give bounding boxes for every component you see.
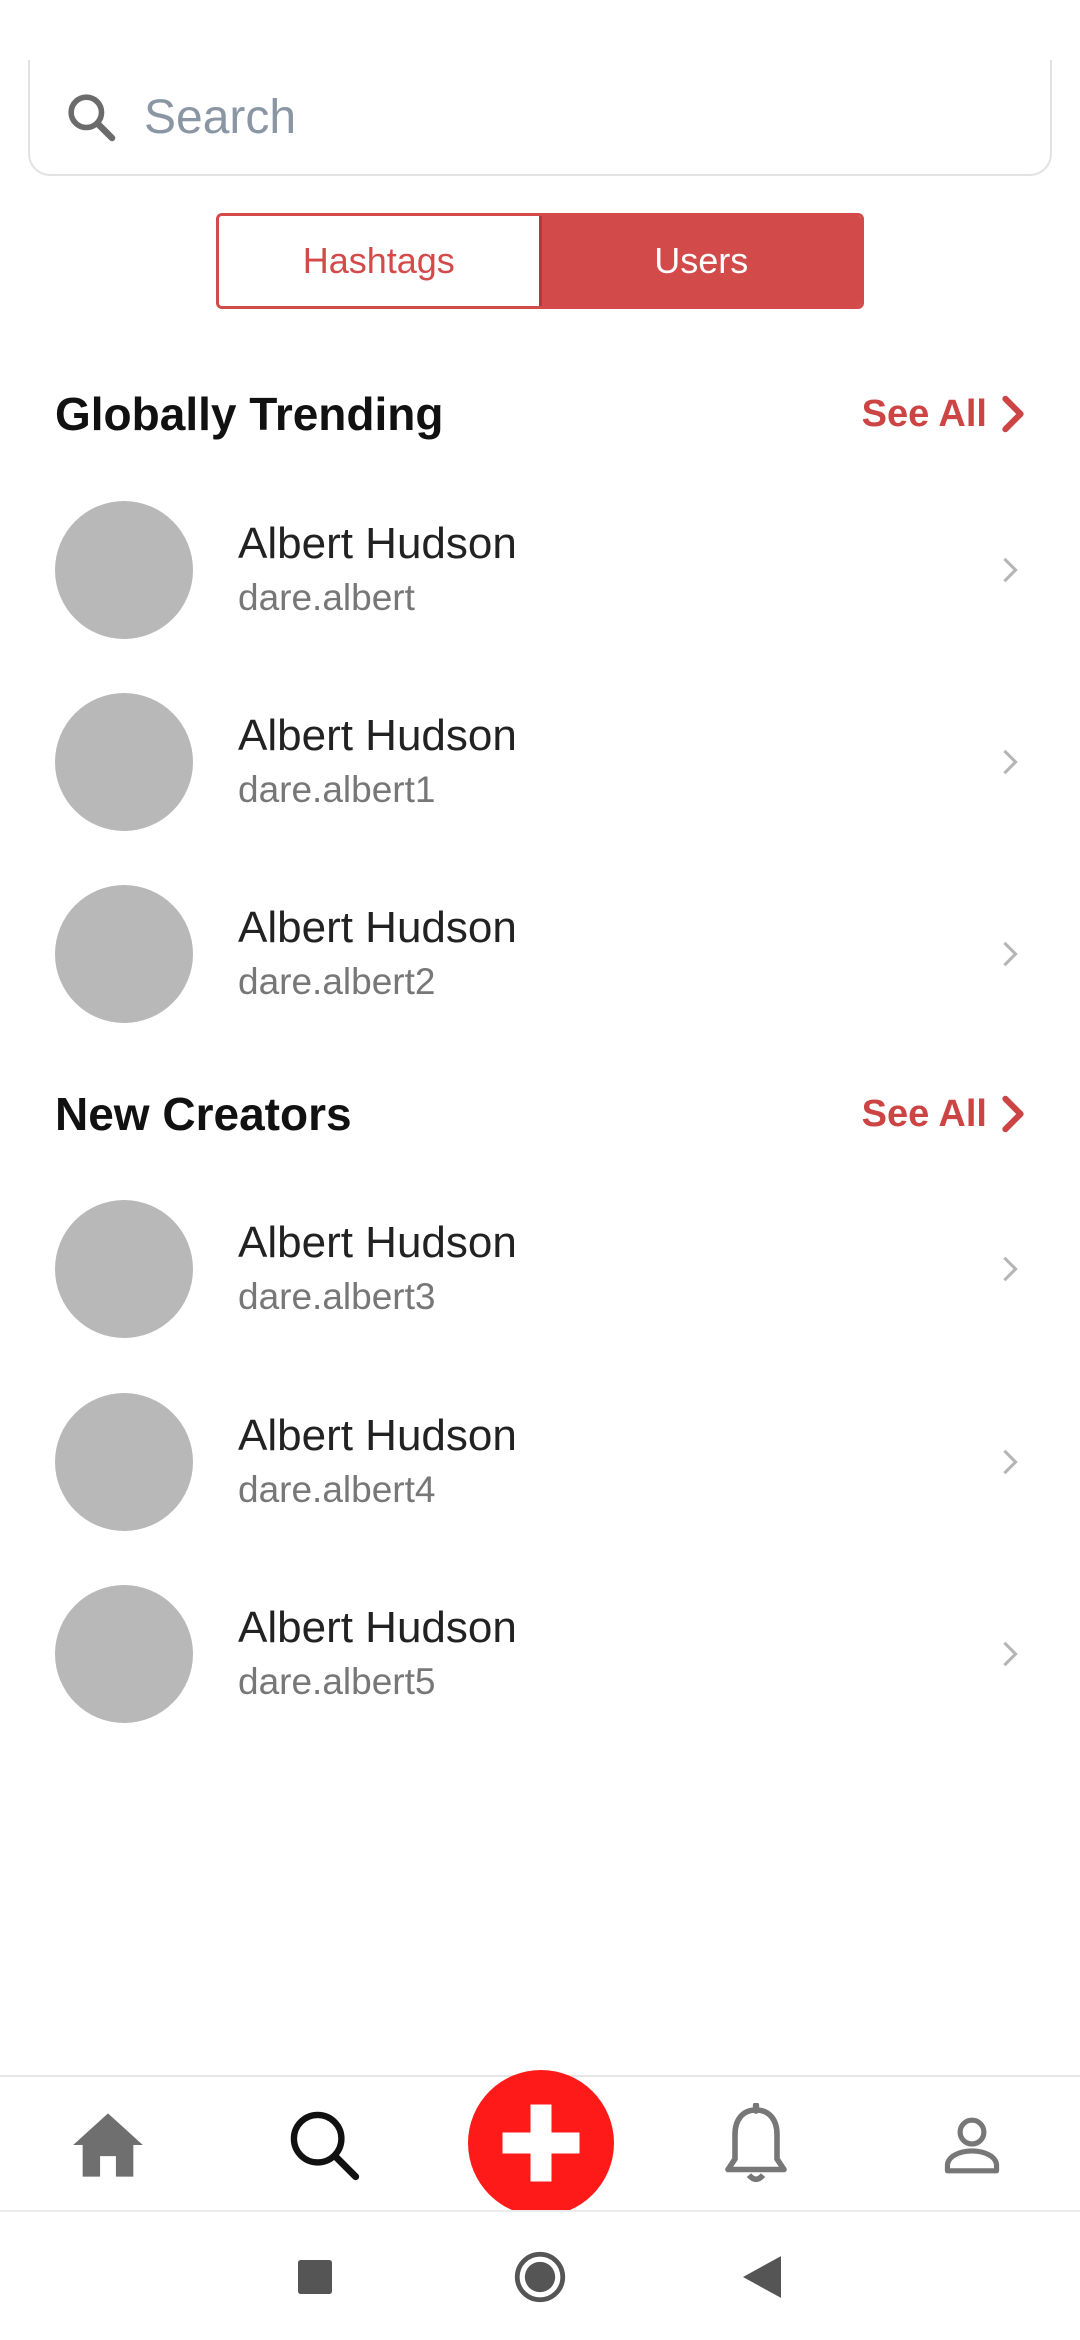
search-icon <box>290 2111 360 2180</box>
user-name: Albert Hudson <box>238 711 517 760</box>
chevron-right-icon <box>1002 395 1024 433</box>
user-handle: dare.albert1 <box>238 769 436 810</box>
user-handle: dare.albert4 <box>238 1469 436 1510</box>
bell-icon <box>725 2102 787 2182</box>
person-icon <box>944 2117 1000 2173</box>
square-icon <box>298 2260 332 2294</box>
recents-button[interactable] <box>265 2212 365 2340</box>
avatar <box>55 1200 193 1338</box>
search-bar[interactable] <box>28 60 1052 176</box>
chevron-right-icon <box>995 748 1025 776</box>
search-input[interactable] <box>144 77 944 157</box>
avatar <box>55 501 193 639</box>
see-all-label: See All <box>861 1092 987 1135</box>
user-row[interactable]: Albert Hudson dare.albert4 <box>55 1392 1025 1532</box>
tab-users[interactable]: Users <box>538 216 861 306</box>
avatar <box>55 693 193 831</box>
chevron-right-icon <box>1002 1095 1024 1133</box>
nav-home[interactable] <box>38 2077 178 2212</box>
user-name: Albert Hudson <box>238 903 517 952</box>
user-name: Albert Hudson <box>238 1603 517 1652</box>
tab-hashtags[interactable]: Hashtags <box>219 216 539 306</box>
circle-icon <box>514 2251 566 2303</box>
user-handle: dare.albert3 <box>238 1276 436 1317</box>
see-all-button[interactable]: See All <box>862 393 1025 436</box>
user-row[interactable]: Albert Hudson dare.albert2 <box>55 884 1025 1024</box>
nav-profile[interactable] <box>902 2077 1042 2212</box>
chevron-right-icon <box>995 940 1025 968</box>
section-header-globally-trending: Globally Trending See All <box>55 374 1025 454</box>
user-name: Albert Hudson <box>238 519 517 568</box>
nav-search[interactable] <box>254 2077 394 2212</box>
see-all-button[interactable]: See All <box>862 1093 1025 1136</box>
user-handle: dare.albert5 <box>238 1661 436 1702</box>
user-row[interactable]: Albert Hudson dare.albert <box>55 500 1025 640</box>
user-name: Albert Hudson <box>238 1411 517 1460</box>
section-title: New Creators <box>55 1088 352 1140</box>
user-row[interactable]: Albert Hudson dare.albert3 <box>55 1199 1025 1339</box>
user-handle: dare.albert <box>238 577 415 618</box>
search-icon <box>60 86 122 148</box>
avatar <box>55 885 193 1023</box>
create-post-button[interactable] <box>468 2070 614 2216</box>
nav-notifications[interactable] <box>686 2077 826 2212</box>
section-title: Globally Trending <box>55 388 444 440</box>
back-button[interactable] <box>712 2212 812 2340</box>
section-header-new-creators: New Creators See All <box>55 1074 1025 1154</box>
user-row[interactable]: Albert Hudson dare.albert1 <box>55 692 1025 832</box>
segment-toggle: Hashtags Users <box>216 213 864 309</box>
chevron-right-icon <box>995 1448 1025 1476</box>
avatar <box>55 1393 193 1531</box>
chevron-right-icon <box>995 1640 1025 1668</box>
system-nav-bar <box>0 2210 1080 2340</box>
back-triangle-icon <box>743 2256 781 2298</box>
home-icon <box>73 2112 143 2177</box>
user-name: Albert Hudson <box>238 1218 517 1267</box>
chevron-right-icon <box>995 556 1025 584</box>
avatar <box>55 1585 193 1723</box>
home-system-button[interactable] <box>490 2212 590 2340</box>
user-handle: dare.albert2 <box>238 961 436 1002</box>
see-all-label: See All <box>861 392 987 435</box>
user-row[interactable]: Albert Hudson dare.albert5 <box>55 1584 1025 1724</box>
chevron-right-icon <box>995 1255 1025 1283</box>
plus-icon <box>502 2104 580 2182</box>
